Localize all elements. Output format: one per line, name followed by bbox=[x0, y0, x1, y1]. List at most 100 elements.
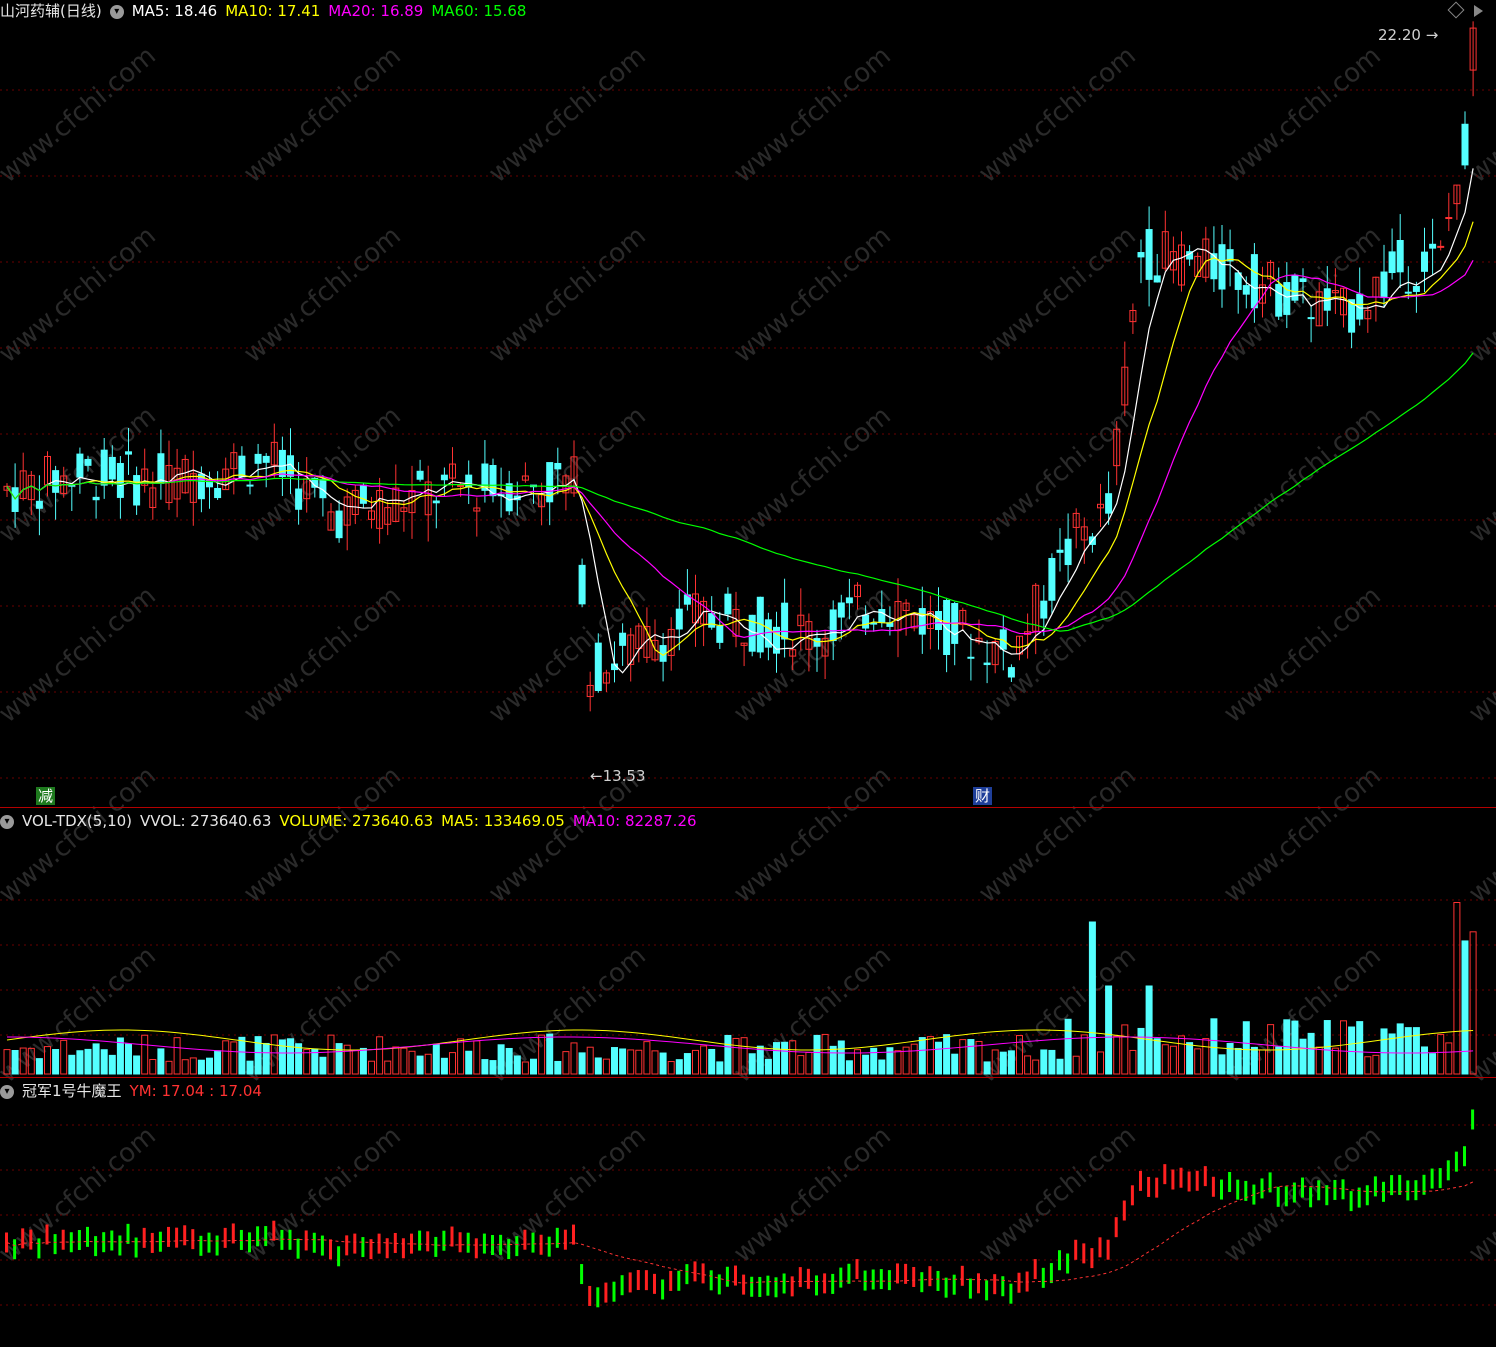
candle-body bbox=[1445, 217, 1453, 220]
indicator-bar bbox=[547, 1236, 551, 1257]
finance-badge[interactable]: 财 bbox=[973, 787, 993, 805]
volume-bar bbox=[619, 1048, 627, 1075]
indicator-bar bbox=[37, 1238, 41, 1259]
volume-bar bbox=[1388, 1033, 1396, 1075]
volume-bar bbox=[473, 1040, 481, 1075]
indicator-bar bbox=[871, 1269, 875, 1290]
volume-bar bbox=[521, 1061, 529, 1075]
indicator-bar bbox=[207, 1232, 211, 1253]
indicator-bar bbox=[839, 1267, 843, 1288]
volume-bar bbox=[149, 1058, 157, 1075]
volume-bar bbox=[586, 1046, 594, 1075]
indicator-bar bbox=[482, 1233, 486, 1254]
low-price-value: 13.53 bbox=[602, 767, 646, 785]
indicator-bar bbox=[1365, 1185, 1369, 1206]
volume-bar bbox=[84, 1048, 92, 1075]
indicator-bar bbox=[223, 1227, 227, 1248]
volume-bar bbox=[481, 1059, 489, 1075]
indicator-bar bbox=[555, 1227, 559, 1248]
indicator-bar bbox=[863, 1270, 867, 1291]
indicator-bar bbox=[507, 1239, 511, 1260]
volume-bar bbox=[116, 1037, 124, 1075]
candle-body bbox=[594, 642, 602, 691]
indicator-bar bbox=[1130, 1185, 1134, 1206]
volume-bar bbox=[554, 1060, 562, 1075]
indicator-bar bbox=[29, 1229, 33, 1250]
volume-bar bbox=[376, 1036, 384, 1075]
volume-bar bbox=[829, 1045, 837, 1075]
candle-body bbox=[1234, 272, 1242, 290]
indicator-bar bbox=[1390, 1175, 1394, 1196]
volume-bar bbox=[68, 1054, 76, 1075]
volume-bar bbox=[764, 1058, 772, 1075]
indicator-bar bbox=[191, 1229, 195, 1250]
candle-body bbox=[1412, 286, 1420, 292]
ma20-line bbox=[6, 260, 1474, 638]
candle-body bbox=[918, 608, 926, 635]
candle-body bbox=[708, 613, 716, 628]
volume-bar bbox=[11, 1049, 19, 1075]
indicator-bar bbox=[1446, 1160, 1450, 1181]
candle-body bbox=[335, 510, 343, 539]
candle-body bbox=[214, 487, 222, 499]
reduce-badge[interactable]: 减 bbox=[36, 787, 56, 805]
volume-bar bbox=[1161, 1044, 1169, 1075]
indicator-bar bbox=[563, 1229, 567, 1250]
volume-bar bbox=[359, 1047, 367, 1075]
indicator-bar bbox=[1422, 1174, 1426, 1195]
low-price-marker: ←13.53 bbox=[590, 767, 646, 785]
volume-bar bbox=[813, 1034, 821, 1075]
candle-body bbox=[238, 455, 246, 478]
indicator-bar bbox=[717, 1274, 721, 1295]
indicator-bar bbox=[1414, 1180, 1418, 1201]
volume-bar bbox=[295, 1043, 303, 1075]
candle-body bbox=[440, 474, 448, 481]
candle-body bbox=[295, 488, 303, 510]
indicator-bar bbox=[831, 1273, 835, 1294]
volume-bar bbox=[1178, 1035, 1185, 1075]
arrow-right-icon: → bbox=[1420, 26, 1439, 44]
volume-bar bbox=[1048, 1049, 1056, 1075]
volume-bar bbox=[1331, 1047, 1339, 1075]
indicator-bar bbox=[434, 1236, 438, 1257]
candle-body bbox=[1429, 243, 1437, 249]
volume-bar bbox=[683, 1053, 691, 1075]
indicator-bar bbox=[1373, 1176, 1377, 1197]
candle-body bbox=[157, 453, 165, 484]
indicator-bar bbox=[1009, 1283, 1013, 1304]
volume-bar bbox=[424, 1053, 432, 1075]
indicator-bar bbox=[1333, 1179, 1337, 1200]
high-price-marker: 22.20 → bbox=[1378, 26, 1438, 44]
indicator-bar bbox=[474, 1238, 478, 1259]
volume-bar bbox=[206, 1057, 213, 1075]
volume-bar bbox=[1145, 985, 1153, 1075]
indicator-bar bbox=[1082, 1243, 1086, 1264]
candle-body bbox=[1380, 271, 1388, 299]
volume-bar bbox=[400, 1047, 408, 1075]
indicator-bar bbox=[1074, 1239, 1078, 1260]
indicator-bar bbox=[1317, 1180, 1321, 1201]
indicator-bar bbox=[13, 1239, 17, 1260]
indicator-bar bbox=[1066, 1253, 1070, 1274]
volume-bar bbox=[1372, 1054, 1380, 1075]
indicator-bar bbox=[628, 1272, 632, 1293]
candle-body bbox=[1145, 229, 1153, 280]
indicator-bar bbox=[1049, 1263, 1053, 1284]
indicator-bar bbox=[539, 1234, 543, 1255]
indicator-bar bbox=[661, 1279, 665, 1300]
volume-bar bbox=[675, 1059, 683, 1075]
volume-bar bbox=[1080, 1034, 1088, 1075]
indicator-bar bbox=[572, 1224, 575, 1245]
indicator-bar bbox=[1454, 1151, 1458, 1172]
indicator-bar bbox=[912, 1266, 916, 1287]
volume-bar bbox=[1097, 1051, 1104, 1075]
volume-bar bbox=[449, 1052, 456, 1075]
candle-body bbox=[1299, 278, 1307, 283]
volume-bar bbox=[76, 1050, 84, 1075]
volume-bar bbox=[1153, 1038, 1161, 1075]
indicator-bar bbox=[1309, 1187, 1313, 1208]
candle-body bbox=[133, 475, 141, 506]
stock-chart[interactable] bbox=[0, 0, 1496, 1347]
indicator-bar bbox=[1228, 1172, 1232, 1193]
indicator-bar bbox=[1098, 1237, 1102, 1258]
